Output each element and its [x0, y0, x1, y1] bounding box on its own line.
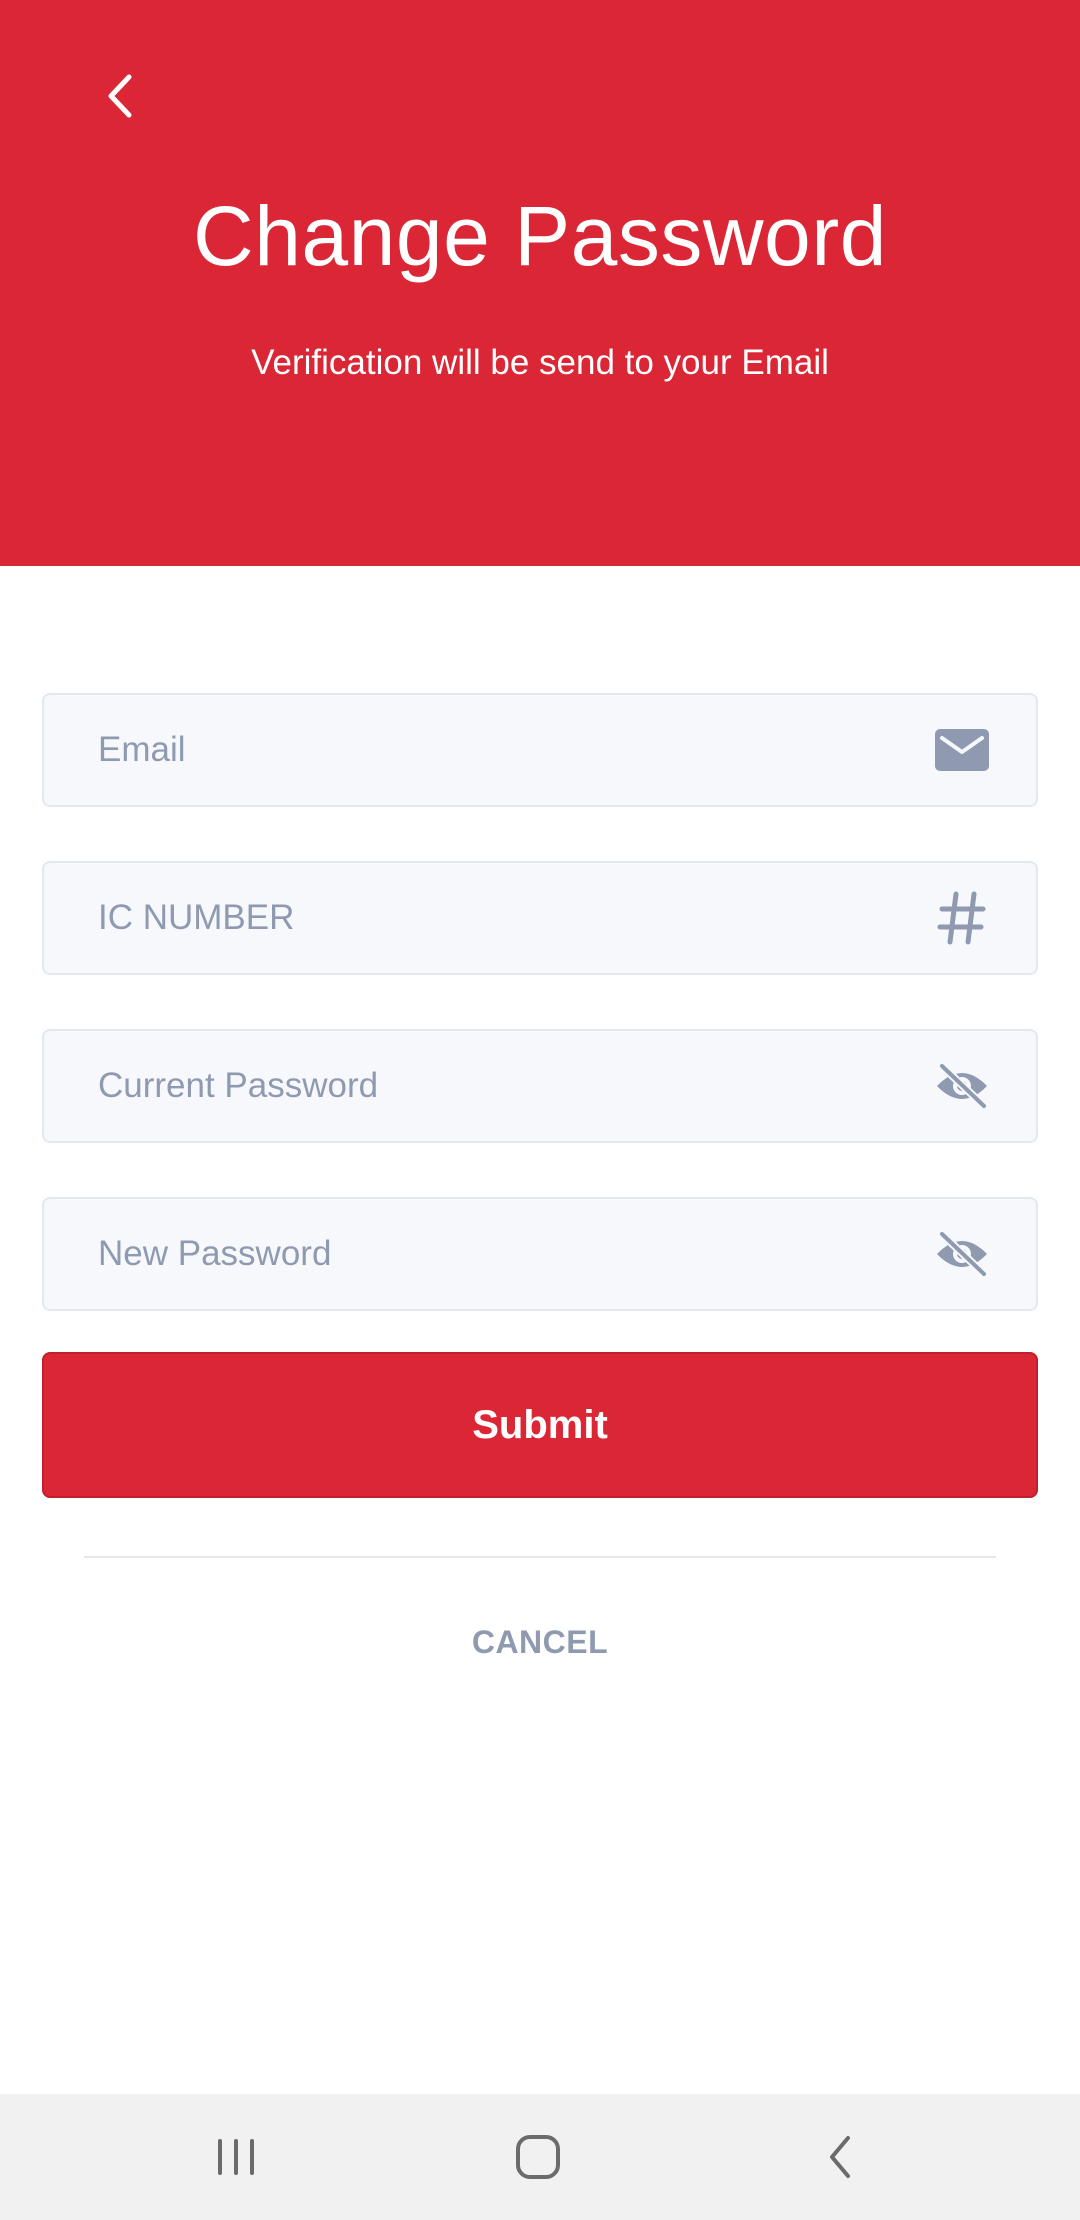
mail-icon: [934, 722, 990, 778]
cancel-button[interactable]: CANCEL: [390, 1614, 690, 1670]
back-icon: [830, 2136, 850, 2178]
system-back-button[interactable]: [780, 2114, 900, 2200]
new-password-field[interactable]: [42, 1197, 1038, 1311]
new-password-input[interactable]: [44, 1199, 904, 1309]
home-button[interactable]: [478, 2114, 598, 2200]
home-icon: [516, 2135, 560, 2179]
chevron-left-icon: [108, 74, 132, 118]
recent-apps-icon: [218, 2139, 254, 2175]
header: Change Password Verification will be sen…: [0, 0, 1080, 566]
eye-off-icon[interactable]: [934, 1058, 990, 1114]
back-button[interactable]: [92, 62, 148, 130]
recent-apps-button[interactable]: [176, 2114, 296, 2200]
page-title: Change Password: [193, 189, 887, 283]
page-subtitle: Verification will be send to your Email: [251, 343, 829, 382]
current-password-input[interactable]: [44, 1031, 904, 1141]
eye-off-icon[interactable]: [934, 1226, 990, 1282]
change-password-screen: Change Password Verification will be sen…: [0, 0, 1080, 2220]
email-input[interactable]: [44, 695, 904, 805]
hash-icon: [934, 890, 990, 946]
system-nav-bar: [0, 2094, 1080, 2220]
ic-number-field[interactable]: [42, 861, 1038, 975]
email-field[interactable]: [42, 693, 1038, 807]
divider: [84, 1556, 996, 1558]
submit-button[interactable]: Submit: [42, 1352, 1038, 1498]
ic-number-input[interactable]: [44, 863, 904, 973]
current-password-field[interactable]: [42, 1029, 1038, 1143]
